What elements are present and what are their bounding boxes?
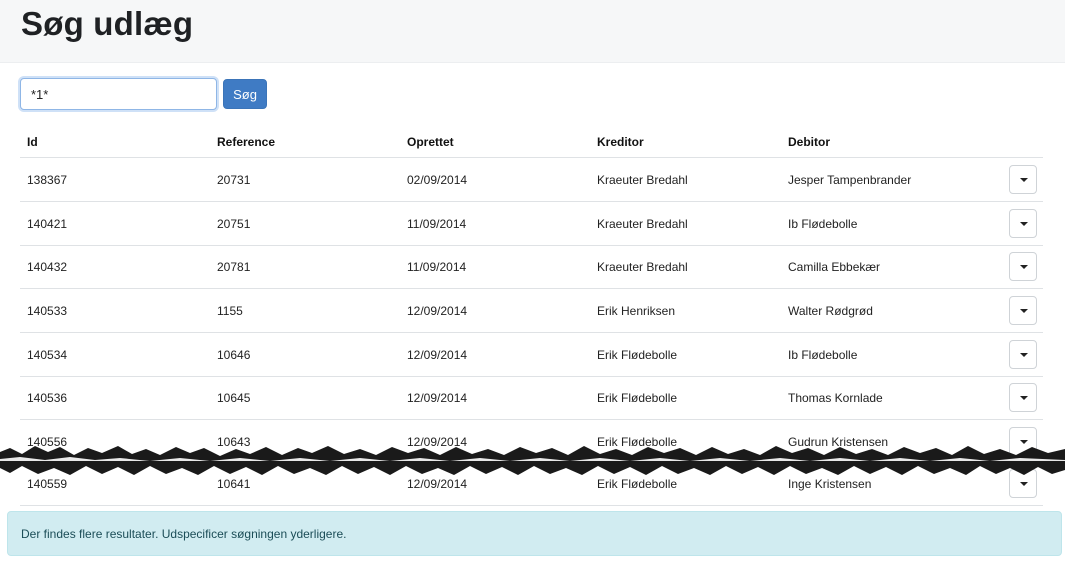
column-header-id[interactable]: Id xyxy=(27,135,38,149)
cell-kreditor: Erik Flødebolle xyxy=(597,391,678,405)
cell-kreditor: Kraeuter Bredahl xyxy=(597,260,688,274)
cell-oprettet: 12/09/2014 xyxy=(407,348,468,362)
torn-edge-divider xyxy=(0,446,1065,475)
caret-down-icon xyxy=(1020,353,1028,357)
table-row[interactable]: 138367 20731 02/09/2014 Kraeuter Bredahl… xyxy=(20,158,1043,202)
column-header-oprettet[interactable]: Oprettet xyxy=(407,135,454,149)
cell-reference: 10645 xyxy=(217,391,251,405)
cell-reference: 1155 xyxy=(217,304,243,318)
column-header-debitor[interactable]: Debitor xyxy=(788,135,830,149)
table-row[interactable]: 140534 10646 12/09/2014 Erik Flødebolle … xyxy=(20,333,1043,377)
cell-id: 138367 xyxy=(27,173,68,187)
cell-reference: 20781 xyxy=(217,260,251,274)
cell-debitor: Thomas Kornlade xyxy=(788,391,883,405)
row-actions-dropdown[interactable] xyxy=(1009,252,1037,281)
caret-down-icon xyxy=(1020,178,1028,182)
search-input[interactable] xyxy=(20,78,217,110)
cell-oprettet: 02/09/2014 xyxy=(407,173,468,187)
row-actions-dropdown[interactable] xyxy=(1009,383,1037,412)
cell-debitor: Jesper Tampenbrander xyxy=(788,173,912,187)
column-header-reference[interactable]: Reference xyxy=(217,135,275,149)
row-actions-dropdown[interactable] xyxy=(1009,340,1037,369)
row-actions-dropdown[interactable] xyxy=(1009,296,1037,325)
cell-oprettet: 12/09/2014 xyxy=(407,391,468,405)
table-row[interactable]: 140421 20751 11/09/2014 Kraeuter Bredahl… xyxy=(20,202,1043,246)
page-header: Søg udlæg xyxy=(0,0,1065,63)
cell-debitor: Walter Rødgrød xyxy=(788,304,873,318)
cell-reference: 20751 xyxy=(217,217,251,231)
more-results-alert: Der findes flere resultater. Udspecifice… xyxy=(7,511,1062,556)
table-row[interactable]: 140533 1155 12/09/2014 Erik Henriksen Wa… xyxy=(20,289,1043,333)
column-header-kreditor[interactable]: Kreditor xyxy=(597,135,644,149)
cell-oprettet: 11/09/2014 xyxy=(407,217,467,231)
cell-id: 140533 xyxy=(27,304,68,318)
caret-down-icon xyxy=(1020,482,1028,486)
caret-down-icon xyxy=(1020,396,1028,400)
cell-oprettet: 12/09/2014 xyxy=(407,304,468,318)
cell-kreditor: Kraeuter Bredahl xyxy=(597,173,688,187)
cell-id: 140432 xyxy=(27,260,68,274)
caret-down-icon xyxy=(1020,222,1028,226)
cell-reference: 20731 xyxy=(217,173,251,187)
cell-debitor: Ib Flødebolle xyxy=(788,348,858,362)
page-title: Søg udlæg xyxy=(21,5,194,42)
cell-debitor: Ib Flødebolle xyxy=(788,217,858,231)
caret-down-icon xyxy=(1020,265,1028,269)
cell-oprettet: 11/09/2014 xyxy=(407,260,467,274)
cell-reference: 10646 xyxy=(217,348,251,362)
cell-id: 140534 xyxy=(27,348,68,362)
cell-debitor: Camilla Ebbekær xyxy=(788,260,881,274)
caret-down-icon xyxy=(1020,309,1028,313)
row-actions-dropdown[interactable] xyxy=(1009,209,1037,238)
cell-id: 140421 xyxy=(27,217,68,231)
table-row[interactable]: 140536 10645 12/09/2014 Erik Flødebolle … xyxy=(20,376,1043,420)
table-row[interactable]: 140432 20781 11/09/2014 Kraeuter Bredahl… xyxy=(20,245,1043,289)
row-actions-dropdown[interactable] xyxy=(1009,165,1037,194)
cell-id: 140536 xyxy=(27,391,68,405)
search-button[interactable]: Søg xyxy=(223,79,267,109)
cell-kreditor: Erik Henriksen xyxy=(597,304,676,318)
cell-kreditor: Kraeuter Bredahl xyxy=(597,217,688,231)
cell-kreditor: Erik Flødebolle xyxy=(597,348,678,362)
